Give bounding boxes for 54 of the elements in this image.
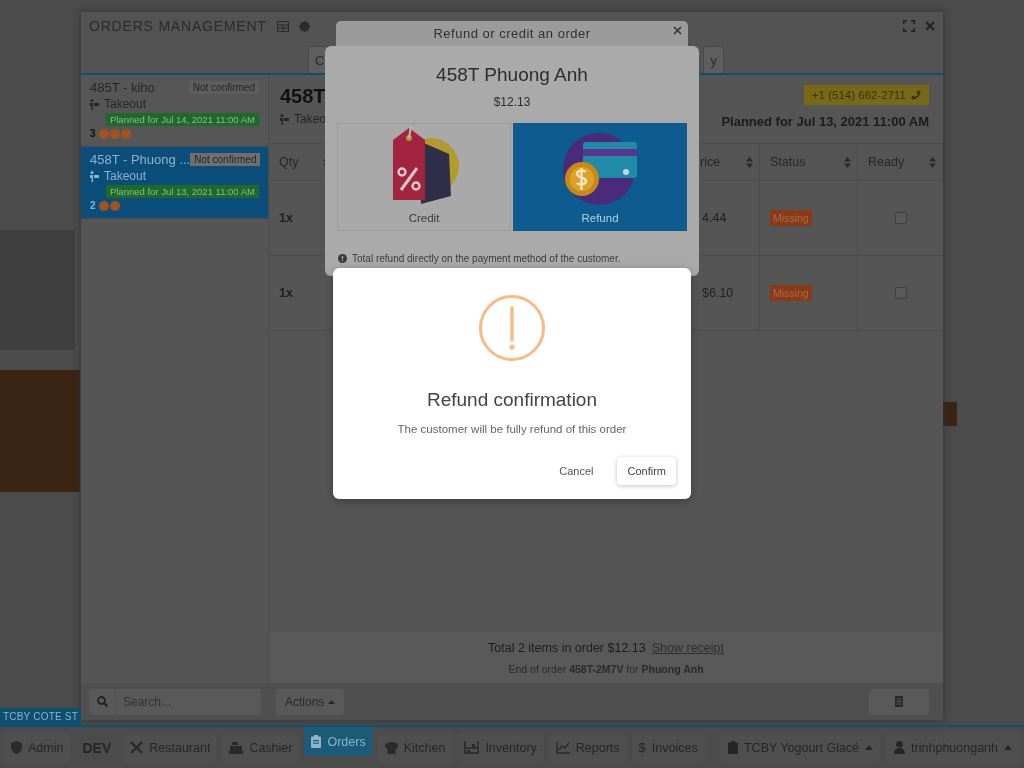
takeout-person-icon [90,170,99,182]
option-card[interactable]: Refund [513,123,687,231]
item-count: 2 [90,200,96,211]
chef-hat-icon [384,741,398,754]
order-list-item[interactable]: 458T - Phuong ... Not confirmed Takeout Planned for Jul 13, 2021 11:00 AM 2 [81,147,268,219]
customer-name: 458T Phuong Anh [436,64,588,86]
status-label: Not confirmed [188,81,259,94]
table-icon[interactable] [276,20,289,32]
ready-checkbox[interactable] [894,287,907,299]
takeout-person-icon [280,113,289,125]
search-icon [96,696,108,707]
user-icon [894,741,906,754]
caret-icon [328,699,336,704]
confirm-button[interactable]: Confirm [617,457,676,485]
ready-checkbox[interactable] [894,212,907,224]
cancel-button[interactable]: Cancel [549,457,604,485]
taskbar-button[interactable]: Orders [304,727,373,756]
phone-button[interactable]: +1 (514) 662-2711 [803,85,929,105]
clipboard-icon [311,735,322,748]
store-label: TCBY COTE ST [0,708,81,725]
receipt-button[interactable] [869,688,929,715]
status-label: Not confirmed [190,153,261,166]
order-heading: 458T [280,85,327,108]
planned-date: Planned for Jul 13, 2021 11:00 AM [721,114,929,129]
phone-icon [911,90,921,100]
settings-icon[interactable] [298,20,310,32]
shield-icon [11,741,22,754]
warning-icon [479,295,545,361]
close-icon[interactable] [925,21,935,31]
caret-icon [865,745,874,750]
dialog-title: Refund or credit an order [433,26,591,41]
cash-register-icon [229,741,244,754]
info-icon [338,254,347,263]
takeout-person-icon [90,98,99,110]
planned-label: Planned for Jul 13, 2021 11:00 AM [105,185,259,198]
receipt-icon [895,696,903,707]
order-amount: $12.13 [493,95,531,109]
close-button[interactable] [673,26,682,35]
clipboard-icon [728,741,738,754]
info-text: Total refund directly on the payment method of the customer. [352,253,621,264]
wood-floor-drawing [943,402,957,426]
order-title: 458T - Phuong ... [90,152,191,167]
line-chart-icon [555,741,570,754]
fullscreen-icon[interactable] [903,20,915,32]
dialog-message: The customer will be fully refund of this order [397,423,627,435]
close-icon [673,26,682,35]
caret-icon [1004,745,1012,750]
order-type: Takeout [104,169,147,183]
shelves-icon [464,741,480,754]
planned-label: Planned for Jul 14, 2021 11:00 AM [105,113,259,126]
item-count: 3 [90,128,96,139]
option-card[interactable]: Credit [337,123,511,231]
dialog-title: Refund confirmation [426,389,597,411]
dollar-icon: $ [638,740,646,755]
